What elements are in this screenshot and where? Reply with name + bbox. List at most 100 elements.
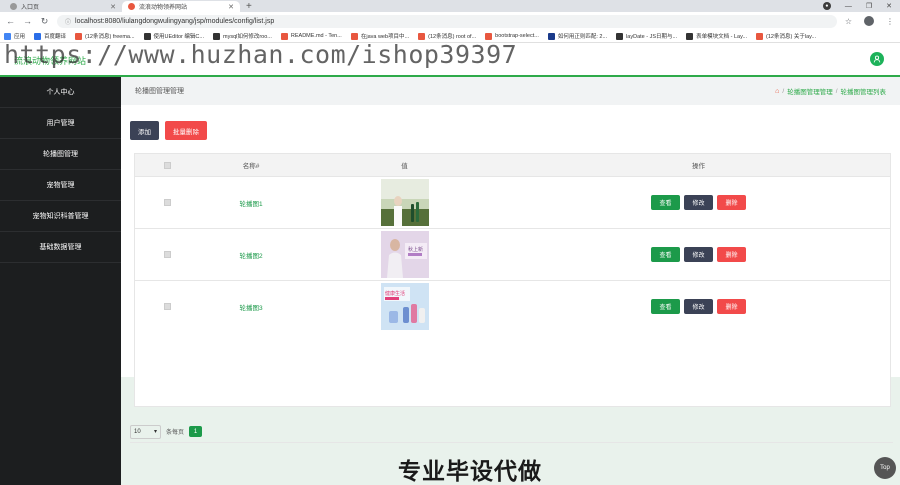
bookmark-item[interactable]: mysql如何修改roo... [212,32,272,40]
edit-button[interactable]: 修改 [684,299,713,314]
bookmark-favicon-icon [75,32,83,40]
breadcrumb: ⌂ / 轮播图管理管理 / 轮播图管理列表 [775,86,887,97]
bookmark-label: 应用 [14,34,26,40]
sidebar: 个人中心 用户管理 轮播图管理 宠物管理 宠物知识科普管理 基础数据管理 [0,77,121,485]
per-page-label: 条每页 [166,430,185,436]
sidebar-item-personal-center[interactable]: 个人中心 [0,77,121,108]
forward-icon[interactable]: → [23,16,32,26]
table-header: 名称# 值 操作 [135,154,890,176]
bookmark-item[interactable]: layDate - JS日期与... [616,32,677,40]
bookmark-item[interactable]: 应用 [4,32,25,40]
table-row: 轮播图3 健康生活 查看 修改 删除 [135,280,890,332]
new-tab-icon[interactable]: + [246,1,252,12]
tab-favicon-icon [10,3,17,10]
bookmark-label: (12条消息) 关于lay... [766,34,817,40]
table-row: 轮播图1 查看 修改 删除 [135,176,890,228]
column-header-name: 名称# [242,163,260,170]
sidebar-item-label: 轮播图管理 [43,151,78,158]
bookmark-item[interactable]: README.md - Ten... [280,32,342,40]
close-icon[interactable]: ✕ [228,3,234,11]
bookmark-item[interactable]: 使用UEditor 编辑C... [143,32,204,40]
window-close-icon[interactable]: ✕ [886,2,892,10]
url-input[interactable]: ⓘ localhost:8080/liulangdongwulingyang/j… [57,14,837,28]
info-icon[interactable]: ⓘ [65,17,71,26]
sidebar-item-pets[interactable]: 宠物管理 [0,170,121,201]
bookmark-label: 在java web项目中... [360,34,410,40]
view-button[interactable]: 查看 [651,247,680,262]
bookmark-label: 百度翻译 [44,34,67,40]
bookmark-item[interactable]: 百度翻译 [34,32,66,40]
bookmark-favicon-icon [4,32,11,40]
bookmark-label: (12条消息) freema... [85,34,135,40]
view-button[interactable]: 查看 [651,299,680,314]
row-checkbox[interactable] [164,199,171,206]
bookmark-item[interactable]: (12条消息) freema... [75,32,135,40]
bookmark-item[interactable]: 在java web项目中... [350,32,410,40]
bookmark-item[interactable]: 表单模块文档 - Lay... [686,32,747,40]
bookmark-item[interactable]: (12条消息) 关于lay... [756,32,816,40]
address-bar: ← → ↻ ⓘ localhost:8080/liulangdongwuling… [0,12,900,30]
chevron-down-icon: ▾ [153,429,157,435]
bookmark-label: 表单模块文档 - Lay... [696,34,748,40]
batch-delete-button[interactable]: 批量删除 [165,121,207,140]
sidebar-item-users[interactable]: 用户管理 [0,108,121,139]
bookmark-favicon-icon [418,32,426,40]
row-checkbox[interactable] [164,251,171,258]
breadcrumb-bar: 轮播图管理管理 ⌂ / 轮播图管理管理 / 轮播图管理列表 [121,77,900,105]
column-header-ops: 操作 [692,163,705,170]
bookmark-item[interactable]: 如何用正则匹配: 2... [547,32,608,40]
star-icon[interactable]: ☆ [845,17,852,26]
bookmark-favicon-icon [280,32,288,40]
bookmark-label: 使用UEditor 编辑C... [153,34,204,40]
action-toolbar: 添加 批量删除 [130,121,207,140]
maximize-icon[interactable]: ❐ [866,2,872,10]
bookmark-item[interactable]: (12条消息) root of... [418,32,476,40]
back-icon[interactable]: ← [6,16,15,26]
browser-tab-strip: 入口页 ✕ 流浪动物领养网站 ✕ + ● — ❐ ✕ [0,0,900,12]
menu-dots-icon[interactable]: ⋮ [886,17,894,26]
delete-button[interactable]: 删除 [717,247,746,262]
page-size-select[interactable]: 10 ▾ [130,424,161,439]
row-name: 轮播图1 [239,200,263,208]
close-icon[interactable]: ✕ [110,3,116,11]
add-button[interactable]: 添加 [130,121,159,140]
bookmark-item[interactable]: bootstrap-select... [485,32,539,40]
page-button-current[interactable]: 1 [189,426,203,437]
delete-button[interactable]: 删除 [717,195,746,210]
profile-icon[interactable] [864,16,874,26]
row-name: 轮播图2 [239,252,263,260]
bookmark-favicon-icon [143,32,151,40]
breadcrumb-level2: 轮播图管理列表 [840,89,887,96]
browser-tab[interactable]: 入口页 ✕ [4,1,122,12]
minimize-icon[interactable]: — [845,3,852,10]
bookmark-label: README.md - Ten... [290,33,342,39]
sidebar-item-pet-knowledge[interactable]: 宠物知识科普管理 [0,201,121,232]
sidebar-item-base-data[interactable]: 基础数据管理 [0,232,121,263]
sidebar-item-carousel[interactable]: 轮播图管理 [0,139,121,170]
main-content: 专业毕设代做 轮播图管理管理 ⌂ / 轮播图管理管理 / 轮播图管理列表 添加 … [121,77,900,485]
user-avatar-icon[interactable] [870,52,884,66]
browser-tab-active[interactable]: 流浪动物领养网站 ✕ [122,1,240,12]
row-checkbox[interactable] [164,303,171,310]
carousel-thumbnail: 秋上新 [380,231,429,278]
profile-dot-icon[interactable]: ● [822,2,831,10]
breadcrumb-level1[interactable]: 轮播图管理管理 [787,86,833,96]
bookmark-favicon-icon [34,32,42,40]
reload-icon[interactable]: ↻ [40,16,49,27]
delete-button[interactable]: 删除 [717,299,746,314]
bookmark-label: (12条消息) root of... [428,34,477,40]
edit-button[interactable]: 修改 [684,247,713,262]
page-size-value: 10 [134,428,141,435]
view-button[interactable]: 查看 [651,195,680,210]
select-all-checkbox[interactable] [164,161,171,169]
edit-button[interactable]: 修改 [684,195,713,210]
sidebar-item-label: 个人中心 [46,89,75,96]
back-to-top-button[interactable]: Top [874,457,896,479]
thumbnail-text: 秋上新 [408,246,423,253]
bookmark-favicon-icon [616,32,624,40]
page-title: 轮播图管理管理 [135,88,184,95]
column-header-value: 值 [401,163,408,170]
home-icon[interactable]: ⌂ [775,88,779,95]
bookmark-label: 如何用正则匹配: 2... [557,34,608,40]
bookmark-favicon-icon [485,32,493,40]
